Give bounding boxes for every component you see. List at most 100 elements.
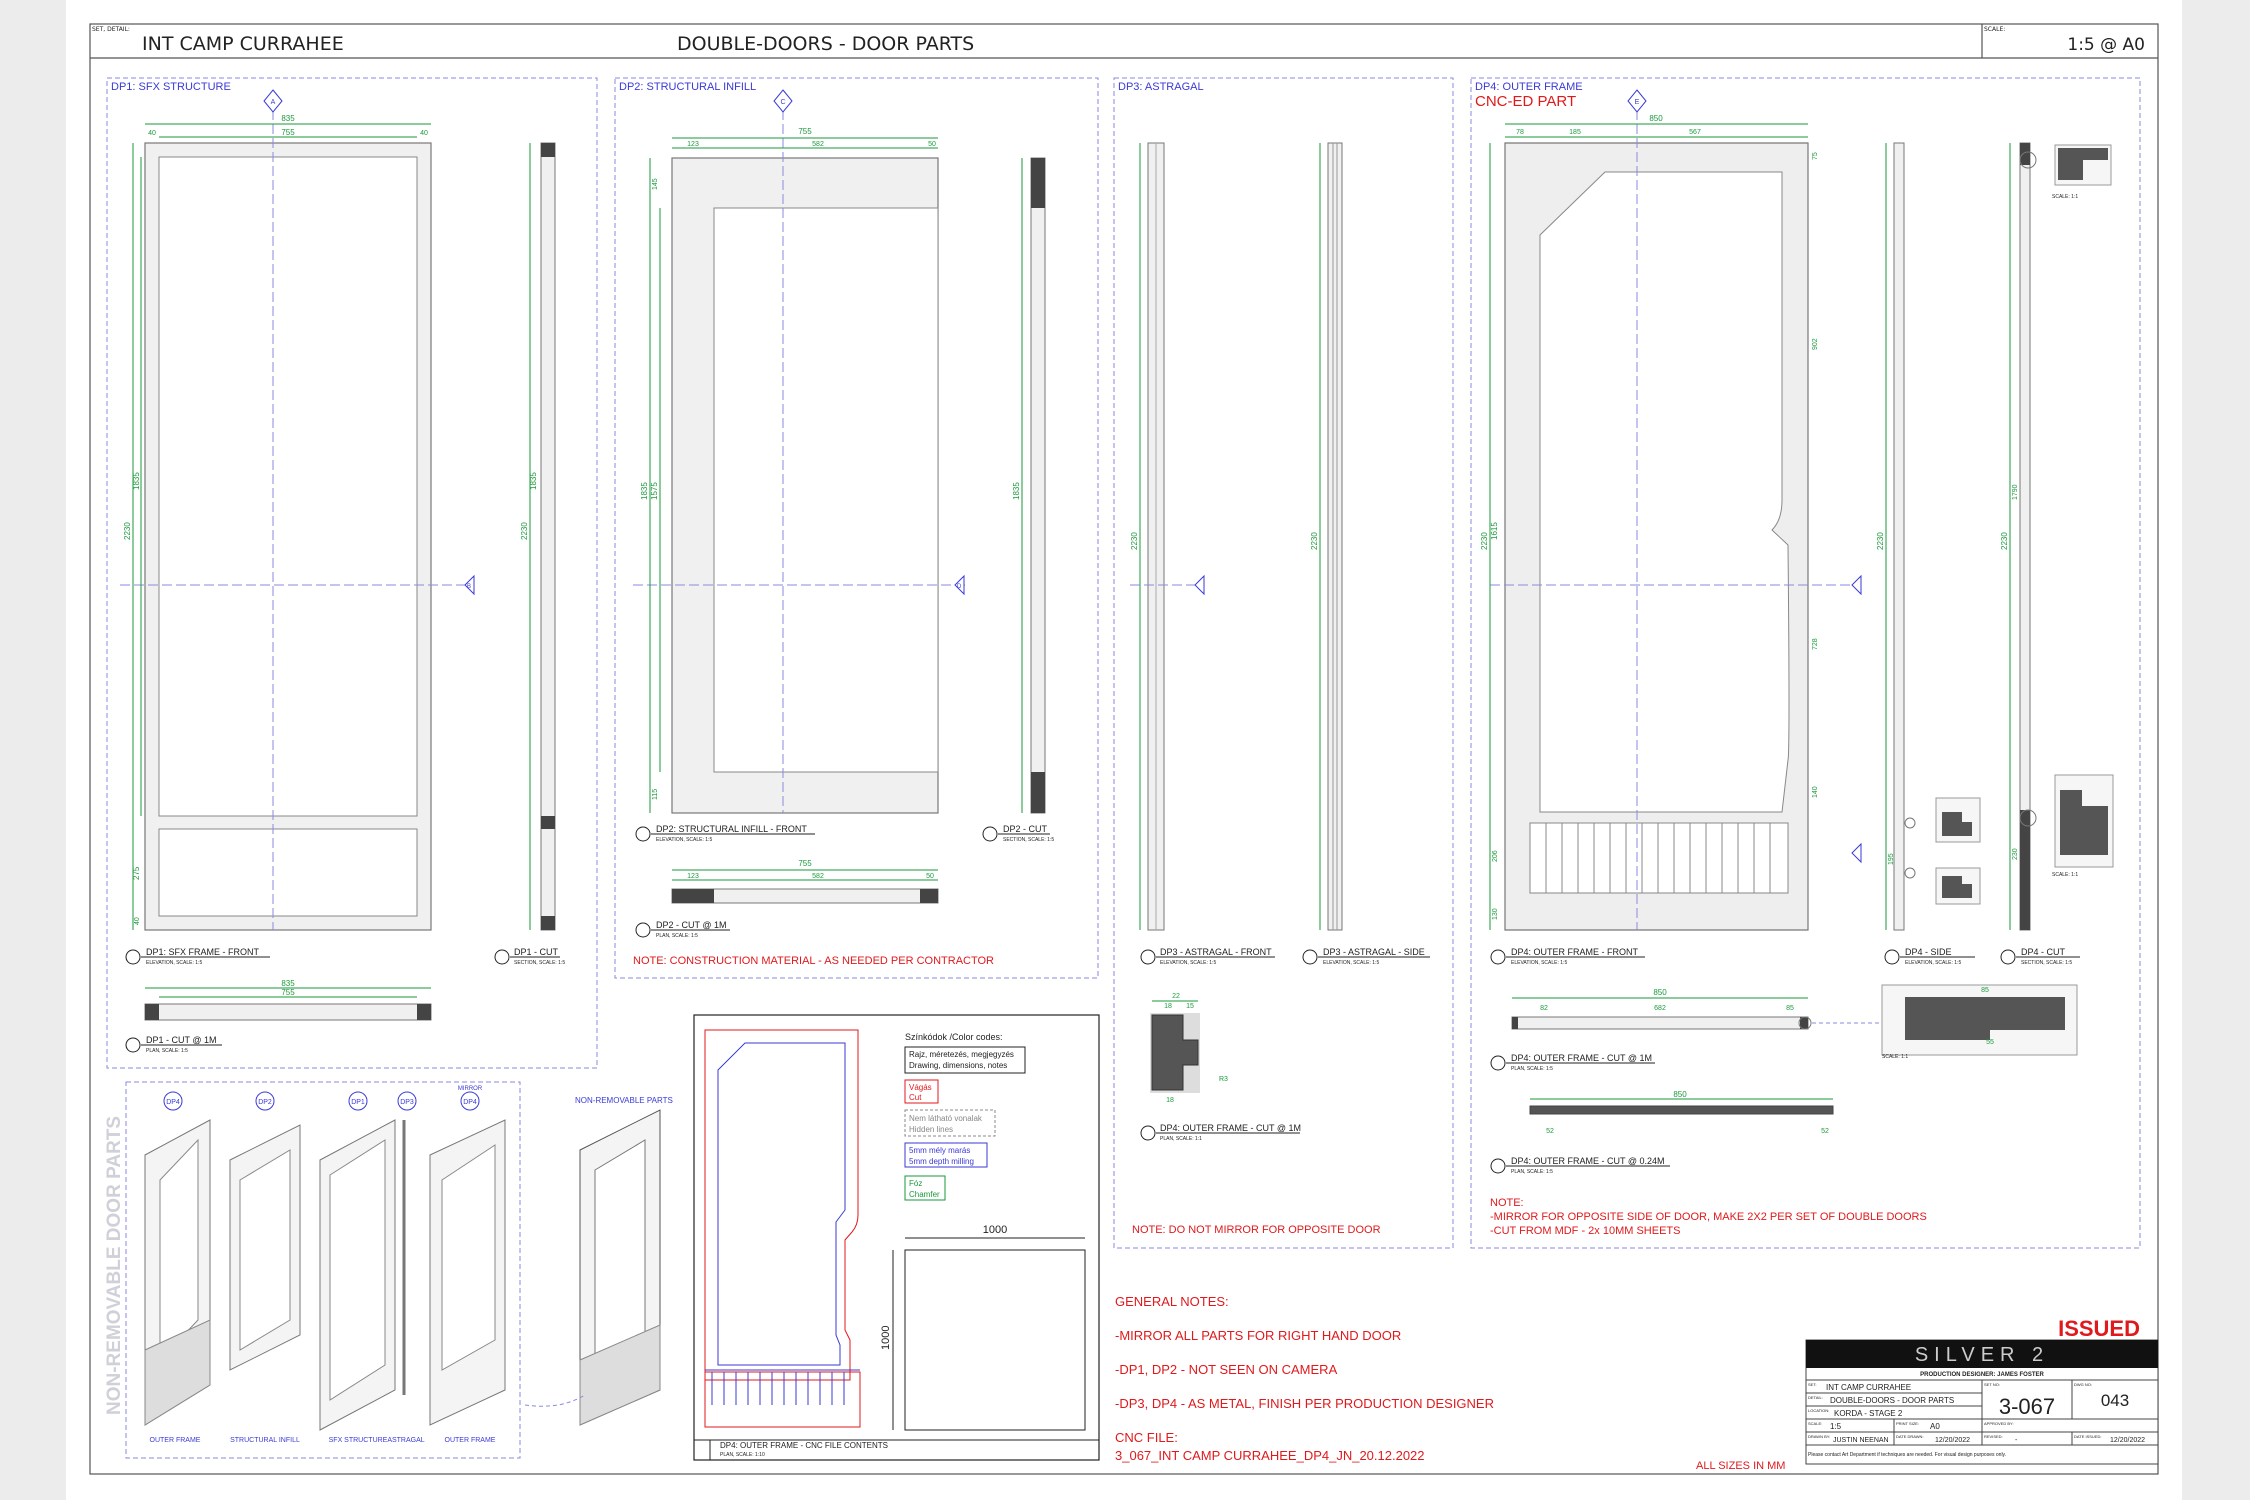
tb-print: A0 xyxy=(1930,1422,1940,1431)
tb-issued-date: 12/20/2022 xyxy=(2110,1437,2145,1444)
dp4-front-sub: ELEVATION, SCALE: 1:5 xyxy=(1511,960,1567,966)
title-block: ISSUED SILVER 2 PRODUCTION DESIGNER: JAM… xyxy=(1696,1316,2159,1472)
dim-15: 15 xyxy=(1186,1003,1194,1010)
logo: SILVER 2 xyxy=(1915,1344,2049,1366)
legend-hidden-l2: Hidden lines xyxy=(909,1125,953,1134)
dim-755: 755 xyxy=(798,127,812,136)
iso-nonremovable-label: NON-REMOVABLE PARTS xyxy=(575,1096,673,1105)
dim-728: 728 xyxy=(1812,638,1819,650)
tb-set-label: SET: xyxy=(1808,1382,1816,1387)
dp4-side-label: DP4 - SIDE xyxy=(1905,947,1952,957)
dim-835: 835 xyxy=(281,114,295,123)
tb-date: 12/20/2022 xyxy=(1935,1437,1970,1444)
cnc-file-title: CNC FILE: xyxy=(1115,1430,1178,1445)
tb-detail: DOUBLE-DOORS - DOOR PARTS xyxy=(1830,1396,1954,1405)
dp4-note-1: -MIRROR FOR OPPOSITE SIDE OF DOOR, MAKE … xyxy=(1490,1211,1927,1223)
dp3-note: NOTE: DO NOT MIRROR FOR OPPOSITE DOOR xyxy=(1132,1224,1381,1236)
dp1-cut-sub: SECTION, SCALE: 1:5 xyxy=(514,960,565,966)
dp1-cut-section: 2230 1835 xyxy=(520,142,556,931)
iso-caption-outer-mirror: OUTER FRAME xyxy=(445,1437,496,1444)
iso-outer-frame xyxy=(144,1119,211,1426)
dim-230: 230 xyxy=(2012,848,2019,860)
dim-78: 78 xyxy=(1516,129,1524,136)
dim-1835: 1835 xyxy=(132,472,141,490)
dp3-side: 2230 xyxy=(1310,142,1343,931)
tb-setno: 3-067 xyxy=(1999,1394,2055,1419)
tb-revised-label: REVISED: xyxy=(1984,1434,2003,1439)
cnc-legend-title: Színkódok /Color codes: xyxy=(905,1032,1003,1042)
dp4-plan2-label: DP4: OUTER FRAME - CUT @ 0.24M xyxy=(1511,1156,1665,1166)
dp1-front-elevation: 835 755 40 40 2230 1835 275 40 A B xyxy=(120,89,475,931)
tb-issued-label: DATE ISSUED: xyxy=(2074,1434,2102,1439)
header-scale: 1:5 @ A0 xyxy=(2067,35,2145,55)
panel-dp2: DP2: STRUCTURAL INFILL 755 123 582 50 18… xyxy=(614,77,1099,979)
dim-40: 40 xyxy=(148,130,156,137)
marker-d: D xyxy=(957,584,962,590)
panel-dp4: DP4: OUTER FRAME CNC-ED PART 850 78 185 … xyxy=(1470,77,2141,1249)
legend-hidden-l1: Nem látható vonalak xyxy=(909,1114,983,1123)
legend-chamfer-l1: Fóz xyxy=(909,1179,922,1188)
tb-set: INT CAMP CURRAHEE xyxy=(1826,1383,1911,1392)
dp2-cut-sub: SECTION, SCALE: 1:5 xyxy=(1003,837,1054,843)
dim-755: 755 xyxy=(281,128,295,137)
marker-b: B xyxy=(467,584,471,590)
cnc-caption-sub: PLAN, SCALE: 1:10 xyxy=(720,1452,765,1458)
dim-123: 123 xyxy=(687,141,699,148)
dim-2230: 2230 xyxy=(1130,532,1139,550)
all-sizes-note: ALL SIZES IN MM xyxy=(1696,1460,1785,1472)
dim-850: 850 xyxy=(1649,114,1663,123)
dim-1575: 1575 xyxy=(650,482,659,500)
dim-52: 52 xyxy=(1821,1128,1829,1135)
tb-dwgno: 043 xyxy=(2101,1391,2129,1410)
dp1-plan: 835 755 xyxy=(144,979,432,1021)
dim-582: 582 xyxy=(812,141,824,148)
tb-drawn-label: DRAWN BY: xyxy=(1808,1434,1830,1439)
legend-cut-l2: Cut xyxy=(909,1093,922,1102)
dp2-cut-label: DP2 - CUT xyxy=(1003,824,1048,834)
legend-milling-l2: 5mm depth milling xyxy=(909,1157,974,1166)
tb-setno-label: SET NO: xyxy=(1984,1382,2000,1387)
dim-18: 18 xyxy=(1166,1097,1174,1104)
dp1-front-sub: ELEVATION, SCALE: 1:5 xyxy=(146,960,202,966)
dim-18: 18 xyxy=(1164,1003,1172,1010)
dim-755: 755 xyxy=(281,988,295,997)
dim-850: 850 xyxy=(1653,988,1667,997)
dp4-plan2-sub: PLAN, SCALE: 1:5 xyxy=(1511,1169,1553,1175)
dim-130: 130 xyxy=(1492,908,1499,920)
dp3-front-sub: ELEVATION, SCALE: 1:5 xyxy=(1160,960,1216,966)
cnc-file-box: DP4: OUTER FRAME - CNC FILE CONTENTS PLA… xyxy=(693,1014,1100,1461)
dp3-side-sub: ELEVATION, SCALE: 1:5 xyxy=(1323,960,1379,966)
scale-label: SCALE: xyxy=(1984,26,2005,33)
general-notes-title: GENERAL NOTES: xyxy=(1115,1294,1229,1309)
dp3-cut-label: DP4: OUTER FRAME - CUT @ 1M xyxy=(1160,1123,1301,1133)
dp4-side: 2230 195 xyxy=(1876,142,1981,931)
dp4-plan1-sub: PLAN, SCALE: 1:5 xyxy=(1511,1066,1553,1072)
tb-drawn: JUSTIN NEENAN xyxy=(1833,1437,1889,1444)
dp4-note-title: NOTE: xyxy=(1490,1197,1524,1209)
dim-275: 275 xyxy=(132,866,141,880)
dim-85: 85 xyxy=(1981,987,1989,994)
dp3-front: 2230 xyxy=(1130,142,1205,931)
tb-print-label: PRINT SIZE: xyxy=(1896,1421,1919,1426)
dim-40: 40 xyxy=(134,917,141,925)
dim-850: 850 xyxy=(1673,1090,1687,1099)
designer: PRODUCTION DESIGNER: JAMES FOSTER xyxy=(1920,1372,2044,1378)
tb-location-label: LOCATION: xyxy=(1808,1408,1829,1413)
iso-sfx-structure xyxy=(319,1119,406,1431)
dp3-title: DP3: ASTRAGAL xyxy=(1118,81,1204,93)
dp4-plan1-label: DP4: OUTER FRAME - CUT @ 1M xyxy=(1511,1053,1652,1063)
cnc-dim-w: 1000 xyxy=(983,1224,1007,1236)
iso-tag-dp4-mirror: DP4 xyxy=(463,1099,477,1106)
dim-1615: 1615 xyxy=(1490,522,1499,540)
dim-1835: 1835 xyxy=(640,482,649,500)
dp4-scale11: SCALE: 1:1 xyxy=(2052,872,2078,878)
cnc-file-name: 3_067_INT CAMP CURRAHEE_DP4_JN_20.12.202… xyxy=(1115,1448,1425,1463)
cnc-caption: DP4: OUTER FRAME - CNC FILE CONTENTS xyxy=(720,1441,888,1450)
iso-tag-dp4: DP4 xyxy=(166,1099,180,1106)
header-set-name: INT CAMP CURRAHEE xyxy=(142,33,344,55)
dp1-plan-sub: PLAN, SCALE: 1:5 xyxy=(146,1048,188,1054)
dim-85: 85 xyxy=(1786,1005,1794,1012)
dim-582: 582 xyxy=(812,873,824,880)
cnc-dim-h: 1000 xyxy=(880,1326,892,1350)
dim-1835: 1835 xyxy=(1012,482,1021,500)
